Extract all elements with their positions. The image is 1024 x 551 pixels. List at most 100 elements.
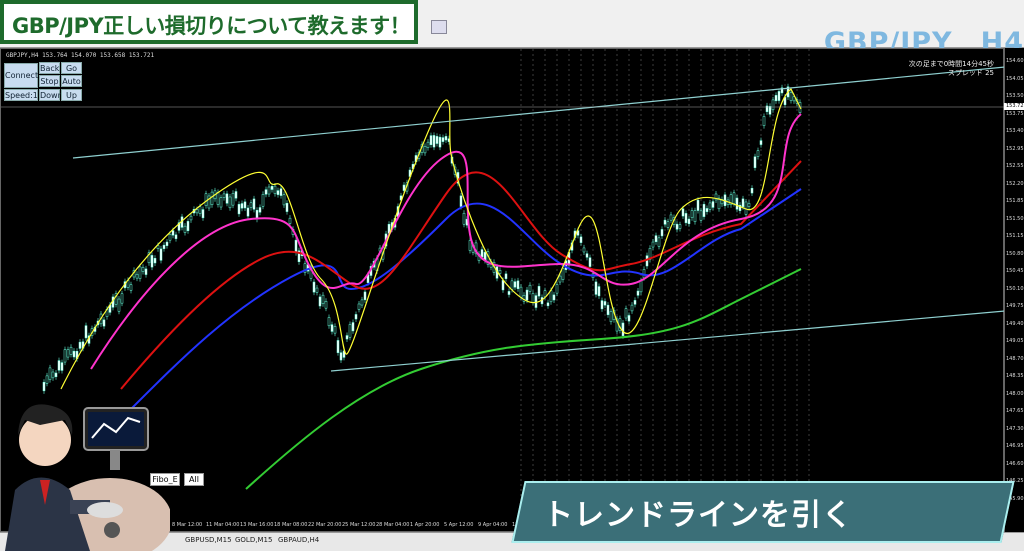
time-axis-label: 9 Apr 04:00 [478, 522, 508, 528]
candle-body [516, 280, 520, 290]
speed-button[interactable]: Speed:1 [4, 89, 38, 101]
candle-body [555, 284, 559, 294]
candle-body [582, 247, 586, 253]
all-button[interactable]: All [184, 473, 204, 486]
price-axis-label: 154.05 [1006, 75, 1024, 82]
candle-body [276, 190, 280, 195]
price-axis-label: 149.75 [1006, 303, 1024, 309]
candle-body [426, 141, 430, 148]
price-axis-label: 151.50 [1006, 215, 1024, 222]
candle-body [768, 106, 772, 115]
candle-body [288, 217, 292, 224]
candle-body [129, 284, 133, 291]
price-axis-label: 150.80 [1006, 250, 1024, 257]
price-axis-label: 147.30 [1006, 425, 1024, 432]
candle-body [546, 302, 550, 307]
candle-body [636, 290, 640, 296]
candle-body [609, 311, 613, 322]
price-axis-label: 153.75 [1006, 110, 1024, 117]
candle-body [696, 199, 700, 211]
go-button[interactable]: Go [61, 62, 82, 74]
candle-body [63, 349, 67, 363]
tab-gbpaud[interactable]: GBPAUD,H4 [278, 536, 319, 544]
tab-gbpusd[interactable]: GBPUSD,M15 [185, 536, 232, 544]
candle-body [510, 280, 514, 290]
candle-body [198, 206, 202, 214]
candle-body [666, 221, 670, 228]
candle-body [702, 204, 706, 217]
price-axis-label: 146.60 [1006, 460, 1024, 467]
candle-body [324, 301, 328, 309]
caption-text: トレンドラインを引く [543, 498, 853, 533]
candle-body [498, 270, 502, 274]
candle-body [561, 267, 565, 280]
candle-body [240, 203, 244, 209]
candle-body [558, 275, 562, 283]
candle-body [51, 371, 55, 379]
candle-body [216, 192, 220, 205]
candle-body [78, 341, 82, 349]
candle-body [210, 191, 214, 206]
stop-button[interactable]: Stop [39, 75, 60, 87]
price-axis-label: 148.35 [1006, 373, 1024, 379]
candle-body [630, 304, 634, 312]
candle-body [231, 193, 235, 206]
candle-body [690, 210, 694, 218]
connect-button[interactable]: Connect [4, 63, 38, 88]
candle-body [69, 346, 73, 355]
candle-body [168, 233, 172, 241]
candle-body [621, 322, 625, 337]
candle-body [360, 299, 364, 306]
tab-gold[interactable]: GOLD,M15 [235, 536, 272, 544]
candle-body [57, 360, 61, 371]
candle-body [201, 209, 205, 219]
candle-body [747, 203, 751, 207]
candle-body [441, 137, 445, 142]
candle-body [480, 249, 484, 258]
price-axis-label: 148.70 [1006, 355, 1024, 362]
candle-body [345, 335, 349, 340]
candle-body [258, 207, 262, 213]
candle-body [606, 304, 610, 315]
candle-body [588, 257, 592, 267]
candle-body [459, 195, 463, 207]
candle-body [531, 293, 535, 303]
candle-body [228, 196, 232, 209]
price-axis-label: 151.85 [1006, 198, 1024, 204]
upper-trendline [72, 66, 1005, 159]
candle-body [660, 229, 664, 237]
candle-body [72, 350, 76, 358]
chart-type-icon[interactable] [431, 20, 447, 34]
candle-body [468, 240, 472, 251]
candle-body [246, 207, 250, 217]
candle-body [678, 224, 682, 229]
price-axis-label: 148.00 [1006, 390, 1024, 397]
price-axis-label: 154.60 [1006, 58, 1024, 64]
candle-body [654, 235, 658, 242]
time-axis-label: 8 Mar 12:00 [172, 522, 203, 528]
candle-body [204, 193, 208, 206]
candle-body [48, 367, 52, 380]
time-axis-label: 11 Mar 04:00 [206, 522, 240, 528]
down-button[interactable]: Down [39, 89, 63, 101]
time-axis-label: 22 Mar 20:00 [308, 522, 342, 528]
candle-body [225, 193, 229, 204]
candle-body [294, 239, 298, 253]
candle-body [549, 290, 553, 303]
ma-magenta [90, 113, 802, 370]
up-button[interactable]: Up [61, 89, 82, 101]
time-axis-label: 28 Mar 04:00 [376, 522, 410, 528]
candle-body [249, 202, 253, 208]
title-banner: GBP/JPY正しい損切りについて教えます！ [0, 0, 418, 44]
candle-body [354, 314, 358, 320]
candle-body [639, 280, 643, 293]
candle-body [681, 208, 685, 217]
candle-body [669, 214, 673, 221]
candle-body [327, 317, 331, 327]
auto-button[interactable]: Auto [61, 75, 82, 87]
candle-body [732, 192, 736, 204]
back-button[interactable]: Back [39, 62, 60, 74]
price-axis-label: 150.45 [1006, 268, 1024, 274]
candle-body [282, 194, 286, 206]
candle-body [252, 198, 256, 210]
